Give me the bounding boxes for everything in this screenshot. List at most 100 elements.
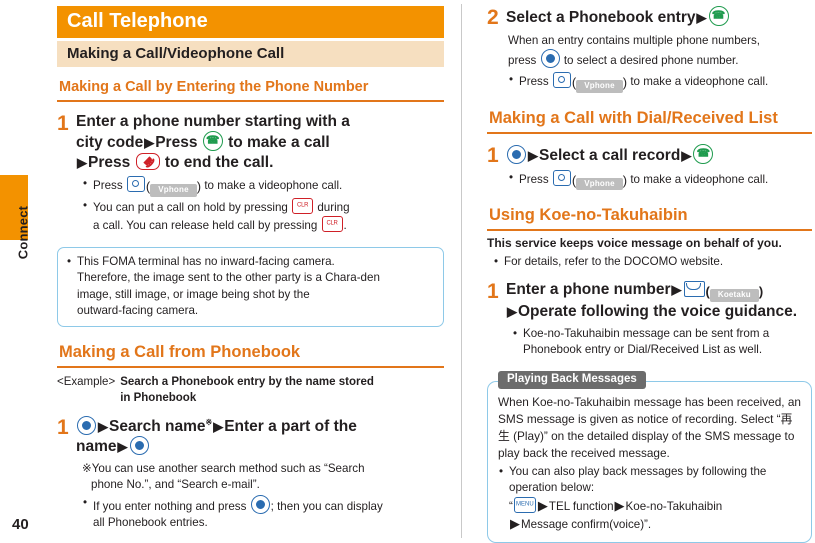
example-tag: <Example> [57,375,116,388]
koetaku-tag: Koetaku [709,289,759,303]
clr-key-icon-2: CLR [321,216,343,233]
step-heading: Enter a phone number starting with a cit… [76,112,350,171]
info-line-4: outward-facing camera. [77,304,199,318]
info-line-3: image, still image, or image being shot … [77,287,310,301]
step-heading: Enter a phone number▶(Koetaku) ▶Operate … [506,281,798,321]
koe-step-line1: Enter a phone number [506,281,671,299]
phonebook-notes: ※You can use another search method such … [82,461,444,532]
nav-key-icon [250,494,270,514]
step-enter-phone-number: 1 Enter a phone number starting with a c… [57,112,444,235]
left-column: Call Telephone Making a Call/Videophone … [57,6,444,532]
column-divider [461,4,462,538]
phonebook-heading: Making a Call from Phonebook [57,341,444,368]
step-phonebook-search: 1 ▶Search name※▶Enter a part of the name… [57,415,444,532]
dial-list-heading: Making a Call with Dial/Received List [487,107,812,135]
callout-bullet-line1: You can also play back messages by follo… [509,464,767,478]
step-text-line1: Enter a phone number starting with a [76,112,350,130]
koe-notes: Koe-no-Takuhaibin message can be sent fr… [512,326,812,359]
step2-body-line2b: to select a desired phone number. [563,53,739,67]
callout-bullet-line2: operation below: [509,481,595,495]
step2-body-line2a: press [508,53,537,67]
call-key-icon: ☎ [693,144,714,165]
vphone-tag: Vphone [576,80,623,94]
info-line-1: This FOMA terminal has no inward-facing … [77,254,335,268]
step-number: 1 [57,111,69,135]
callout-playing-back-messages: Playing Back Messages When Koe-no-Takuha… [487,370,812,543]
footnote-search-methods: ※You can use another search method such … [82,461,444,494]
note-line-1: If you enter nothing and press [93,499,247,513]
step-text-endcall: to end the call. [164,153,274,171]
footnote-line-1: ※You can use another search method such … [82,461,365,475]
note-hold-call: You can put a call on hold by pressing C… [82,197,444,235]
callout-bullet: You can also play back messages by follo… [498,464,801,534]
info-box-camera: This FOMA terminal has no inward-facing … [57,246,444,327]
info-line-2: Therefore, the image sent to the other p… [77,271,380,285]
example-line-1: Search a Phonebook entry by the name sto… [120,375,374,388]
phonebook-key-icon [77,415,96,435]
clr-key-icon: CLR [292,197,314,214]
step-number: 1 [57,415,69,439]
note-line-2: all Phonebook entries. [93,516,208,530]
koe-details-text: For details, refer to the DOCOMO website… [504,254,724,268]
step-koe-enter-number: 1 Enter a phone number▶(Koetaku) ▶Operat… [487,280,812,358]
callout-bullet-line3b: TEL function [548,499,614,513]
koe-details-note: For details, refer to the DOCOMO website… [493,254,812,271]
page-number: 40 [12,516,29,533]
note-videophone: Press (Vphone) to make a videophone call… [508,169,812,191]
chapter-title: Call Telephone [57,6,444,38]
callout-bullet-line3a: “ [509,499,513,513]
step2-body-text: When an entry contains multiple phone nu… [508,33,812,70]
step1-notes: Press (Vphone) to make a videophone call… [82,176,444,235]
mail-key-icon [683,281,705,298]
koe-heading: Using Koe-no-Takuhaibin [487,204,812,232]
callout-line-1: When Koe-no-Takuhaibin message has been … [498,394,801,409]
step-heading: Select a Phonebook entry▶ ☎ [506,6,812,28]
koe-note-line2: Phonebook entry or Dial/Received List as… [523,343,763,357]
step-select-phonebook-entry: 2 Select a Phonebook entry▶ ☎ When an ent… [487,6,812,94]
step-number: 2 [487,6,499,29]
step-text-citycode: city code [76,134,144,152]
camera-key-icon [126,176,145,193]
example-row: <Example> Search a Phonebook entry by th… [57,374,444,406]
info-box-text: This FOMA terminal has no inward-facing … [66,254,435,320]
step-number: 1 [487,280,499,304]
step2-body-line1: When an entry contains multiple phone nu… [508,33,760,47]
step2-text: Select a Phonebook entry [506,9,696,26]
vphone-tag: Vphone [150,184,197,197]
example-text: Search a Phonebook entry by the name sto… [120,374,374,406]
dial-notes: Press (Vphone) to make a videophone call… [508,169,812,191]
note-display-all: If you enter nothing and press ; then yo… [82,494,444,532]
pb-text-name: name [76,438,117,456]
pb-text-enterpart: Enter a part of the [224,417,357,435]
step-select-call-record: 1 ▶Select a call record▶☎ Press (Vphone)… [487,144,812,191]
footnote-line-2: phone No.”, and “Search e-mail”. [91,478,260,492]
select-key-icon [129,436,149,456]
koe-step-line2: Operate following the voice guidance. [518,303,798,321]
example-line-2: in Phonebook [120,391,197,404]
step-heading: ▶Select a call record▶ ☎ [506,144,812,166]
note-koe-source: Koe-no-Takuhaibin message can be sent fr… [512,326,812,359]
menu-key-icon: MENU [513,496,536,513]
vphone-tag: Vphone [576,177,623,191]
callout-bullet-line3c: Koe-no-Takuhaibin [625,499,723,513]
note-videophone: Press (Vphone) to make a videophone call… [508,72,812,94]
callout-bullet-line4: Message confirm(voice)”. [521,518,652,532]
nav-key-icon [540,48,560,68]
dial-step-text: Select a call record [539,147,681,165]
koe-lead-text: This service keeps voice message on beha… [487,236,782,251]
dial-list-key-icon [507,145,526,165]
callout-paragraph: When Koe-no-Takuhaibin message has been … [498,394,801,462]
callout-title: Playing Back Messages [498,370,646,390]
note-videophone: Press (Vphone) to make a videophone call… [82,176,444,197]
camera-key-icon [552,72,571,89]
step-text-press1: Press [155,134,198,152]
camera-key-icon [552,169,571,186]
manual-page: Connect 40 Call Telephone Making a Call/… [0,0,815,543]
footnote-mark: ※ [205,417,213,427]
note-line-1b: ; then you can display [270,499,383,513]
call-key-icon: ☎ [708,6,729,26]
step-number: 1 [487,144,499,168]
right-column: 2 Select a Phonebook entry▶ ☎ When an ent… [487,6,812,543]
call-key-icon: ☎ [202,131,223,152]
step2-notes: When an entry contains multiple phone nu… [508,33,812,94]
